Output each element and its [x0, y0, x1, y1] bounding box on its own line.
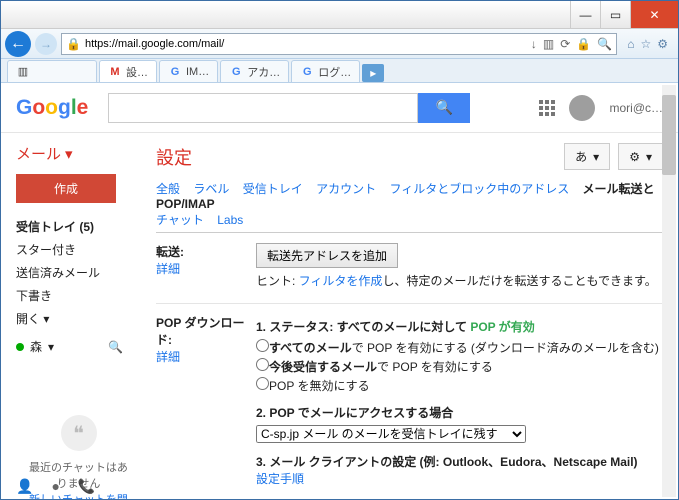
- browser-toolbar: ← → 🔒 ↓ ▥ ⟳ 🔒 🔍 ⌂ ☆ ⚙: [1, 29, 678, 59]
- address-bar[interactable]: 🔒 ↓ ▥ ⟳ 🔒 🔍: [61, 33, 617, 55]
- browser-tab[interactable]: M設…: [99, 60, 157, 82]
- window-titlebar: — ▭ ✕: [1, 1, 678, 29]
- gmail-search-button[interactable]: 🔍: [418, 93, 470, 123]
- minimize-button[interactable]: —: [570, 1, 600, 28]
- tab-filters[interactable]: フィルタとブロック中のアドレス: [389, 182, 569, 196]
- chevron-down-icon: ▾: [65, 145, 73, 163]
- back-button[interactable]: ←: [5, 31, 31, 57]
- google-logo[interactable]: Google: [16, 96, 88, 120]
- hint-text2: し、特定のメールだけを転送することもできます。: [382, 274, 656, 288]
- tab-labels[interactable]: ラベル: [193, 182, 229, 196]
- apps-icon[interactable]: [539, 100, 555, 116]
- newtab-handle[interactable]: ▸: [362, 64, 384, 82]
- google-header: Google 🔍 mori@c…: [1, 83, 678, 133]
- chevron-down-icon: ▾: [593, 150, 599, 164]
- pop-status-value: POP が有効: [470, 320, 534, 334]
- account-name: mori@c…: [609, 101, 663, 115]
- account-avatar[interactable]: [569, 95, 595, 121]
- chat-username: 森: [30, 338, 42, 355]
- home-icon[interactable]: ⌂: [627, 37, 634, 51]
- pop-radio-all[interactable]: すべてのメールで POP を有効にする (ダウンロード済みのメールを含む): [256, 339, 663, 356]
- pop-radio-off[interactable]: POP を無効にする: [256, 377, 663, 394]
- input-mode-button[interactable]: あ▾: [564, 143, 610, 170]
- nav-sent[interactable]: 送信済みメール: [16, 261, 141, 284]
- pop-config-link[interactable]: 設定手順: [256, 472, 304, 486]
- url-icons: ↓ ▥ ⟳ 🔒 🔍: [531, 37, 612, 51]
- url-input[interactable]: [85, 38, 527, 50]
- chevron-down-icon: ▾: [43, 312, 49, 326]
- scrollbar[interactable]: [662, 85, 676, 497]
- settings-tabs: 全般 ラベル 受信トレイ アカウント フィルタとブロック中のアドレス メール転送…: [156, 180, 663, 228]
- pop-label: POP ダウンロード:: [156, 316, 244, 347]
- forward-button[interactable]: →: [35, 33, 57, 55]
- stop-icon[interactable]: ↓: [531, 37, 537, 51]
- page-title: 設定: [156, 144, 192, 170]
- gear-icon: ⚙: [629, 150, 640, 164]
- compat-icon[interactable]: ▥: [543, 37, 554, 51]
- close-button[interactable]: ✕: [630, 1, 678, 28]
- settings-gear-button[interactable]: ⚙▾: [618, 143, 663, 170]
- forward-more-link[interactable]: 詳細: [156, 262, 180, 276]
- mail-dropdown[interactable]: メール▾: [16, 143, 141, 164]
- first-tab[interactable]: ▥: [7, 60, 97, 82]
- pop-more-link[interactable]: 詳細: [156, 350, 180, 364]
- nav-starred[interactable]: スター付き: [16, 238, 141, 261]
- favorites-icon[interactable]: ☆: [640, 37, 651, 51]
- pop-status-pre: 1. ステータス: すべてのメールに対して: [256, 320, 470, 334]
- phone-icon[interactable]: 📞: [78, 478, 95, 495]
- hangouts-icon[interactable]: ❝: [61, 415, 97, 451]
- contacts-icon[interactable]: 👤: [16, 478, 33, 495]
- lock-icon: 🔒: [66, 37, 81, 51]
- pop-client-label: 3. メール クライアントの設定 (例: Outlook、Eudora、Nets…: [256, 455, 638, 469]
- pop-access-label: 2. POP でメールにアクセスする場合: [256, 406, 453, 420]
- nav-drafts[interactable]: 下書き: [16, 284, 141, 307]
- browser-tab[interactable]: Gログ…: [291, 60, 360, 82]
- refresh-icon[interactable]: ⟳: [560, 37, 570, 51]
- compose-button[interactable]: 作成: [16, 174, 116, 203]
- search-icon[interactable]: 🔍: [597, 37, 612, 51]
- chevron-down-icon: ▾: [48, 340, 54, 354]
- hint-text: ヒント:: [256, 274, 299, 288]
- pop-access-select[interactable]: C-sp.jp メール のメールを受信トレイに残す: [256, 425, 526, 443]
- hangouts-tab-icon[interactable]: ●: [51, 478, 59, 495]
- lock2-icon[interactable]: 🔒: [576, 37, 591, 51]
- chevron-down-icon: ▾: [646, 150, 652, 164]
- settings-pane: 設定 あ▾ ⚙▾ 全般 ラベル 受信トレイ アカウント フィルタとブロック中のア…: [141, 133, 678, 499]
- tab-accounts[interactable]: アカウント: [316, 182, 376, 196]
- create-filter-link[interactable]: フィルタを作成: [299, 274, 383, 288]
- tab-general[interactable]: 全般: [156, 182, 180, 196]
- pop-radio-new[interactable]: 今後受信するメールで POP を有効にする: [256, 358, 663, 375]
- tools-icon[interactable]: ⚙: [657, 37, 668, 51]
- gmail-search-input[interactable]: [108, 93, 418, 123]
- browser-tabbar: ▥ M設… GIM… Gアカ… Gログ… ▸: [1, 59, 678, 83]
- browser-tab[interactable]: Gアカ…: [220, 60, 289, 82]
- tab-labs[interactable]: Labs: [217, 213, 243, 227]
- add-forward-address-button[interactable]: 転送先アドレスを追加: [256, 243, 398, 268]
- tab-inbox[interactable]: 受信トレイ: [243, 182, 303, 196]
- presence-dot-icon: [16, 343, 24, 351]
- left-sidebar: メール▾ 作成 受信トレイ (5) スター付き 送信済みメール 下書き 開く ▾…: [1, 133, 141, 499]
- maximize-button[interactable]: ▭: [600, 1, 630, 28]
- browser-tab[interactable]: GIM…: [159, 60, 218, 82]
- tab-chat[interactable]: チャット: [156, 213, 204, 227]
- forward-label: 転送:: [156, 245, 184, 259]
- nav-inbox[interactable]: 受信トレイ (5): [16, 215, 141, 238]
- scrollbar-thumb[interactable]: [662, 95, 676, 175]
- search-icon[interactable]: 🔍: [108, 340, 123, 354]
- nav-more[interactable]: 開く ▾: [16, 307, 141, 330]
- chat-user-row[interactable]: 森 ▾ 🔍: [16, 338, 141, 355]
